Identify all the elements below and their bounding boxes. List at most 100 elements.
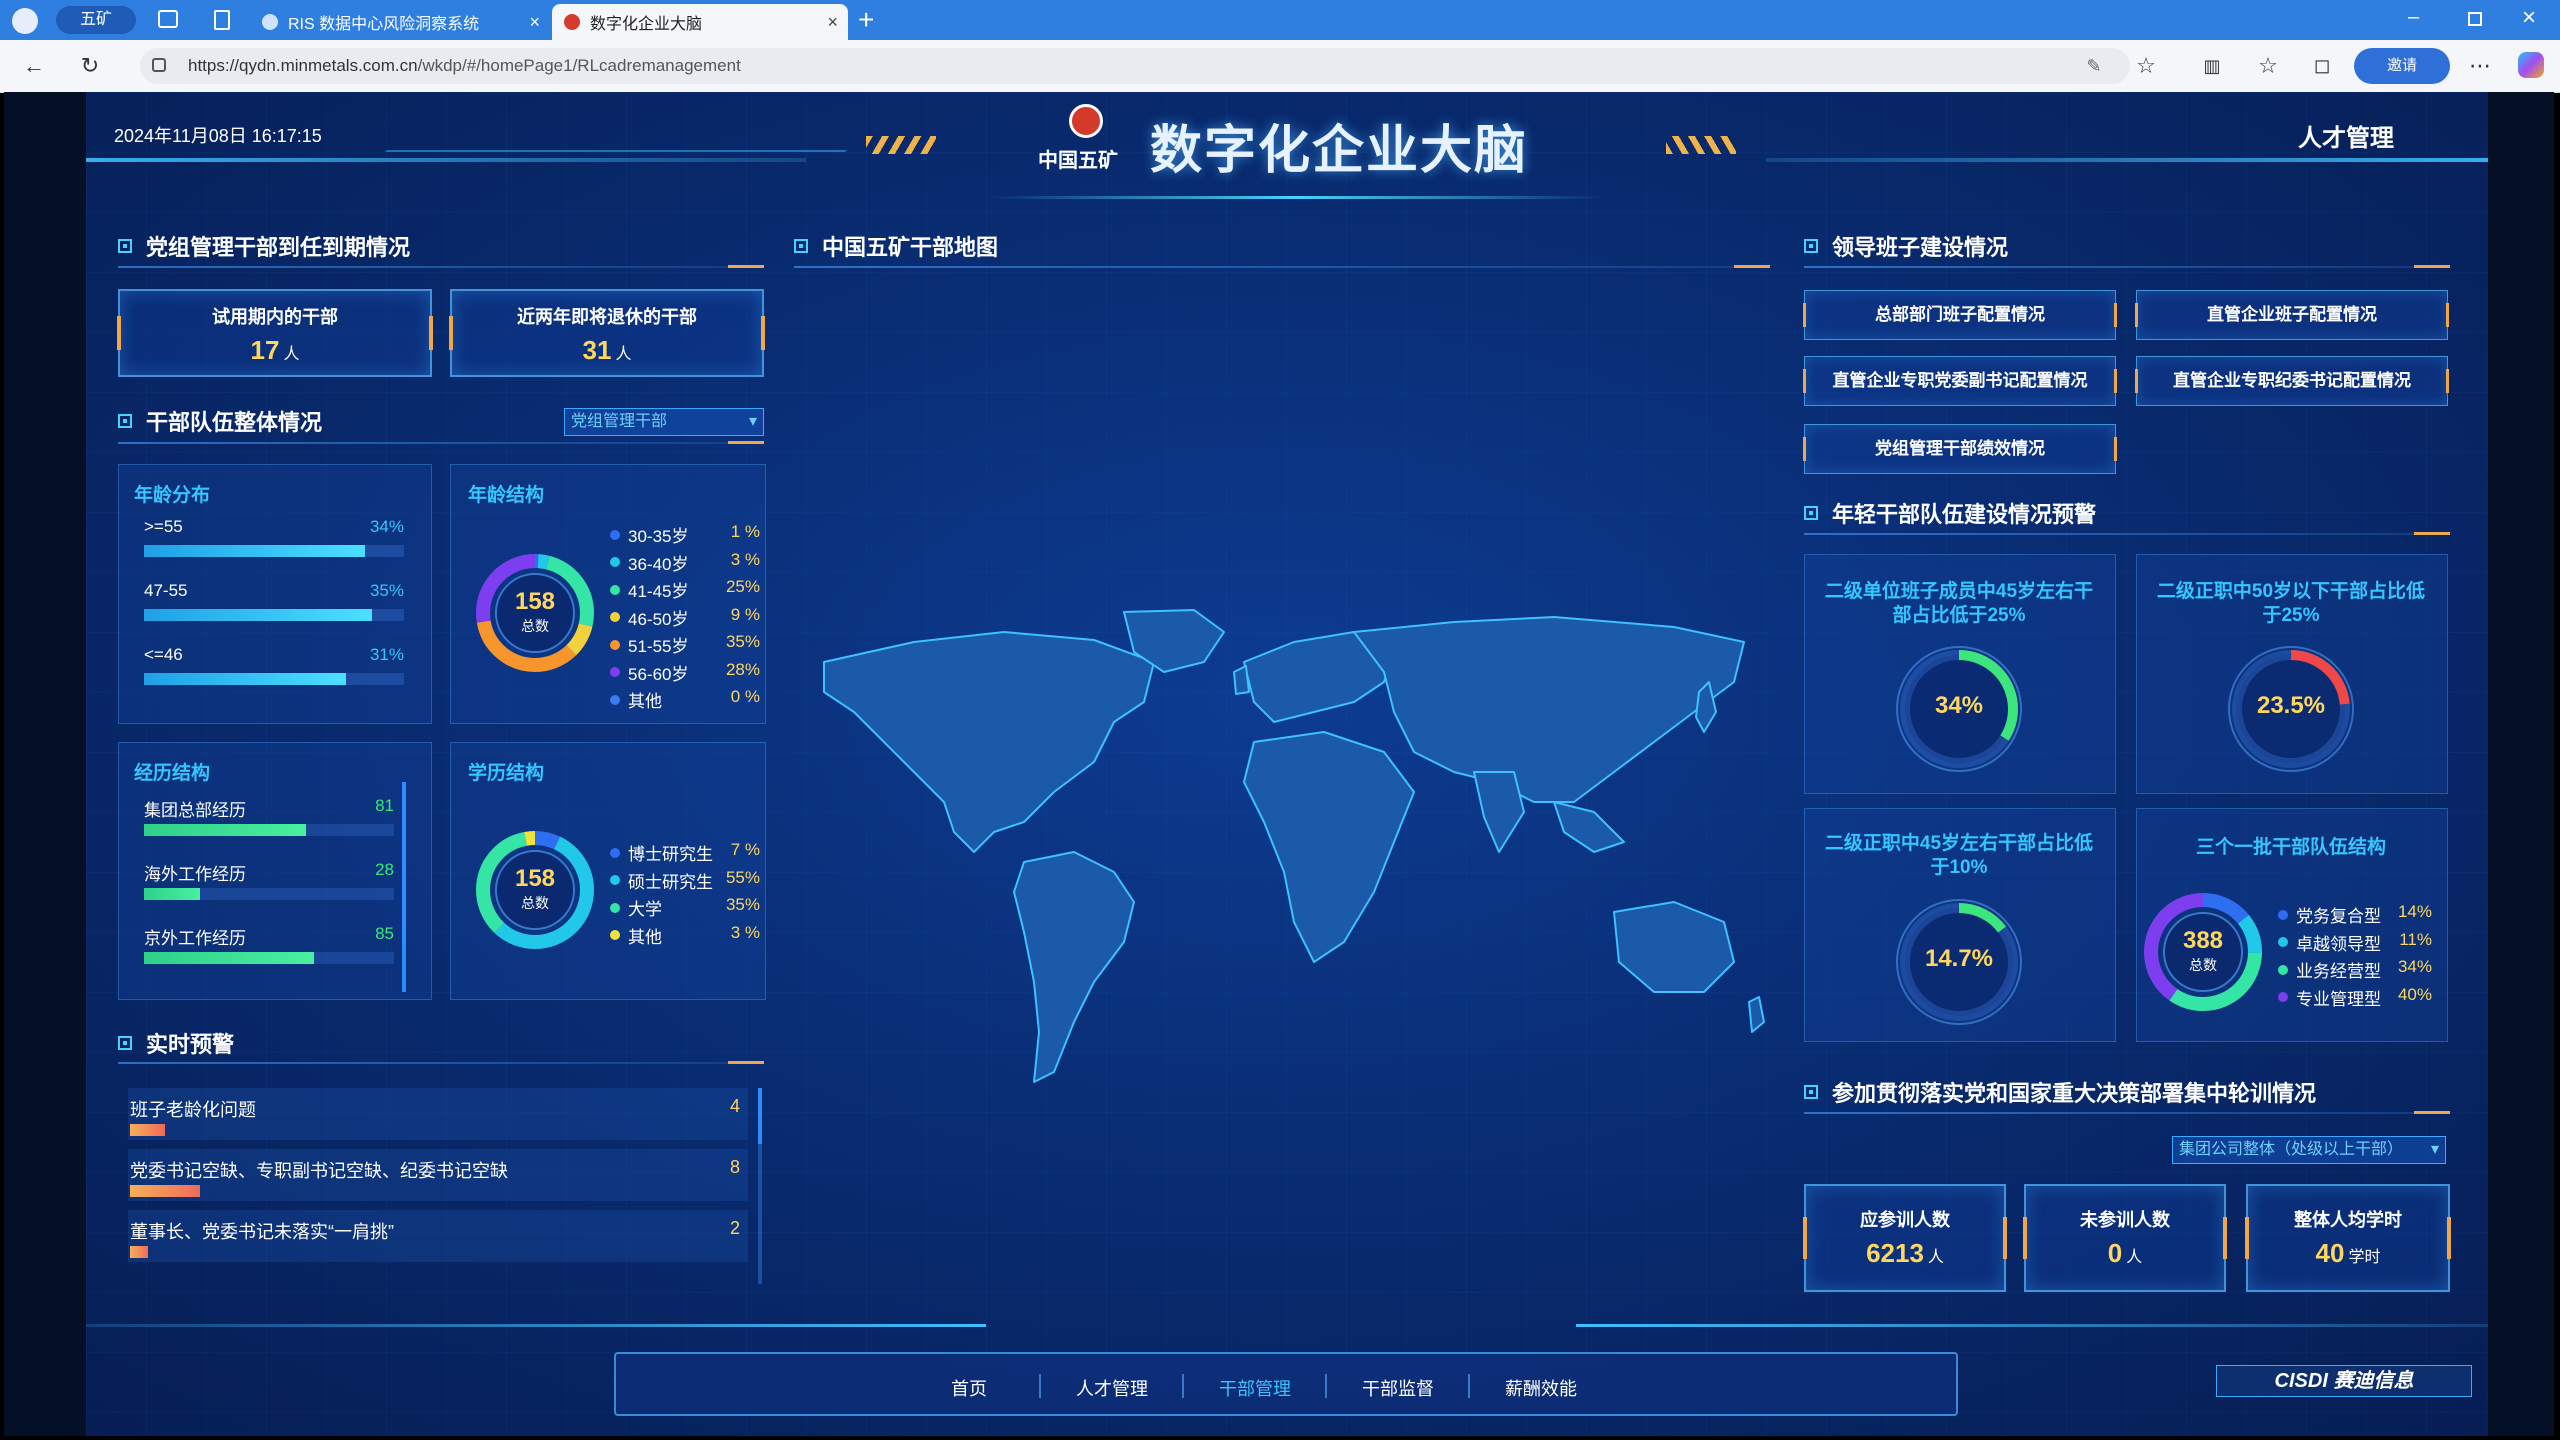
- tab-brain[interactable]: 数字化企业大脑 ×: [552, 4, 848, 40]
- more-menu-icon[interactable]: ⋯: [2466, 52, 2494, 80]
- button-label: 总部部门班子配置情况: [1875, 305, 2045, 324]
- invite-button[interactable]: 邀请: [2354, 48, 2450, 84]
- lock-icon: [152, 58, 166, 72]
- training-scope-select[interactable]: 集团公司整体（处级以上干部） ▾: [2172, 1136, 2446, 1164]
- experience-row-track: [144, 888, 394, 900]
- btn-discipline-secretary-config[interactable]: 直管企业专职纪委书记配置情况: [2135, 356, 2449, 406]
- favorite-star-icon[interactable]: ☆: [2132, 52, 2160, 80]
- kpi-probation[interactable]: 试用期内的干部 17 人: [117, 289, 433, 377]
- kpi-unit: 人: [2126, 1249, 2143, 1266]
- legend-label: 卓越领导型: [2296, 934, 2381, 954]
- legend-dot: [610, 584, 620, 595]
- legend-label: 30-35岁: [628, 527, 689, 546]
- map-india: [1473, 771, 1525, 853]
- section-icon: [118, 239, 132, 253]
- copilot-icon[interactable]: [2518, 52, 2544, 78]
- alert-label: 董事长、党委书记未落实“一肩挑”: [130, 1222, 394, 1242]
- legend-pct: 3 %: [730, 549, 760, 569]
- close-icon[interactable]: ×: [827, 12, 838, 33]
- refresh-icon[interactable]: ↻: [76, 52, 104, 80]
- experience-row-label: 海外工作经历: [144, 865, 246, 884]
- feedback-icon[interactable]: ◻: [2308, 52, 2336, 80]
- legend-dot: [610, 875, 620, 885]
- footer-nav-item[interactable]: 薪酬效能: [1476, 1375, 1606, 1401]
- button-label: 直管企业专职纪委书记配置情况: [2173, 371, 2411, 390]
- footer-nav-item[interactable]: 首页: [904, 1375, 1034, 1401]
- experience-row-track: [144, 952, 394, 964]
- team-filter-select[interactable]: 党组管理干部 ▾: [564, 408, 764, 436]
- legend-pct: 55%: [725, 867, 760, 887]
- new-tab-icon[interactable]: +: [858, 4, 874, 36]
- window-close-icon[interactable]: ×: [2522, 4, 2536, 32]
- section-divider: [118, 441, 764, 444]
- legend-label: 其他: [628, 692, 662, 711]
- footer-nav-item[interactable]: 干部监督: [1333, 1375, 1463, 1401]
- legend-dot: [610, 902, 620, 913]
- back-icon[interactable]: ←: [20, 52, 48, 80]
- restore-icon[interactable]: [2468, 12, 2482, 26]
- legend-pct: 0 %: [730, 687, 760, 706]
- close-icon[interactable]: ×: [529, 12, 540, 33]
- donut-total-label: 总数: [521, 895, 549, 911]
- term-section-title: 党组管理干部到任到期情况: [118, 230, 410, 262]
- footer-nav-divider: [1182, 1374, 1184, 1398]
- kpi-retiring[interactable]: 近两年即将退休的干部 31 人: [449, 289, 765, 377]
- footer-nav-item[interactable]: 干部管理: [1190, 1375, 1320, 1401]
- split-screen-icon[interactable]: ▥: [2198, 52, 2226, 80]
- legend-label: 博士研究生: [628, 845, 713, 864]
- age-row-track: [144, 673, 404, 685]
- experience-row-value: 85: [375, 924, 394, 943]
- footer-nav-item[interactable]: 人才管理: [1047, 1375, 1177, 1401]
- experience-row-value: 28: [375, 860, 394, 879]
- donut-total-label: 总数: [2189, 957, 2217, 973]
- favorites-icon[interactable]: ☆: [2254, 52, 2282, 80]
- datetime: 2024年11月08日 16:17:15: [114, 126, 322, 146]
- alert-scrollbar[interactable]: [758, 1088, 762, 1284]
- header-deco-right: [1766, 158, 2488, 162]
- legend-item: 其他: [610, 687, 662, 712]
- age-row-label: 47-55: [144, 581, 188, 600]
- kpi-avg-hours[interactable]: 整体人均学时 40 学时: [2245, 1184, 2451, 1292]
- btn-deputy-secretary-config[interactable]: 直管企业专职党委副书记配置情况: [1803, 356, 2117, 406]
- company-logo-text: 中国五矿: [1038, 150, 1118, 172]
- select-value: 集团公司整体（处级以上干部）: [2179, 1141, 2404, 1158]
- profile-avatar-icon[interactable]: [12, 8, 38, 34]
- minimize-icon[interactable]: –: [2408, 6, 2419, 29]
- kpi-expected-trainees[interactable]: 应参训人数 6213 人: [1803, 1184, 2007, 1292]
- age-row-pct: 31%: [369, 645, 404, 664]
- alert-scroll-thumb[interactable]: [758, 1088, 762, 1144]
- page-icon[interactable]: [214, 10, 230, 30]
- map-africa: [1243, 731, 1415, 963]
- world-map[interactable]: [794, 602, 1774, 1102]
- chevron-down-icon: ▾: [2430, 1141, 2439, 1158]
- age-row-track: [144, 609, 404, 621]
- gauge-value: 23.5%: [2256, 692, 2326, 719]
- experience-scrollbar[interactable]: [402, 782, 406, 992]
- legend-item: 党务复合型: [2278, 902, 2381, 927]
- young-section-title: 年轻干部队伍建设情况预警: [1804, 497, 2096, 529]
- legend-pct: 35%: [725, 632, 760, 651]
- tab-ris[interactable]: RIS 数据中心风险洞察系统 ×: [250, 4, 550, 40]
- legend-dot: [2278, 909, 2288, 920]
- team-section-title: 干部队伍整体情况: [118, 405, 322, 437]
- map-asia: [1353, 616, 1745, 803]
- kpi-value: 31: [582, 335, 612, 365]
- legend-dot: [610, 930, 620, 940]
- read-aloud-icon[interactable]: ✎: [2080, 52, 2108, 80]
- btn-enterprise-team-config[interactable]: 直管企业班子配置情况: [2135, 290, 2449, 340]
- legend-item: 大学: [610, 895, 662, 920]
- kpi-unit: 学时: [2348, 1249, 2381, 1266]
- map-north-america: [823, 631, 1155, 853]
- url-field[interactable]: https://qydn.minmetals.com.cn/wkdp/#/hom…: [140, 48, 2130, 84]
- experience-title: 经历结构: [134, 763, 211, 784]
- legend-label: 专业管理型: [2296, 989, 2381, 1009]
- profile-workspace-button[interactable]: 五矿: [56, 6, 136, 34]
- tab-actions-icon[interactable]: [158, 10, 178, 28]
- btn-performance[interactable]: 党组管理干部绩效情况: [1803, 424, 2117, 474]
- btn-hq-team-config[interactable]: 总部部门班子配置情况: [1803, 290, 2117, 340]
- legend-pct: 28%: [725, 659, 760, 679]
- team-title: 干部队伍整体情况: [146, 410, 323, 435]
- company-logo-icon: [1069, 104, 1103, 138]
- kpi-untrained[interactable]: 未参训人数 0人: [2023, 1184, 2227, 1292]
- leadership-section-title: 领导班子建设情况: [1804, 230, 2008, 262]
